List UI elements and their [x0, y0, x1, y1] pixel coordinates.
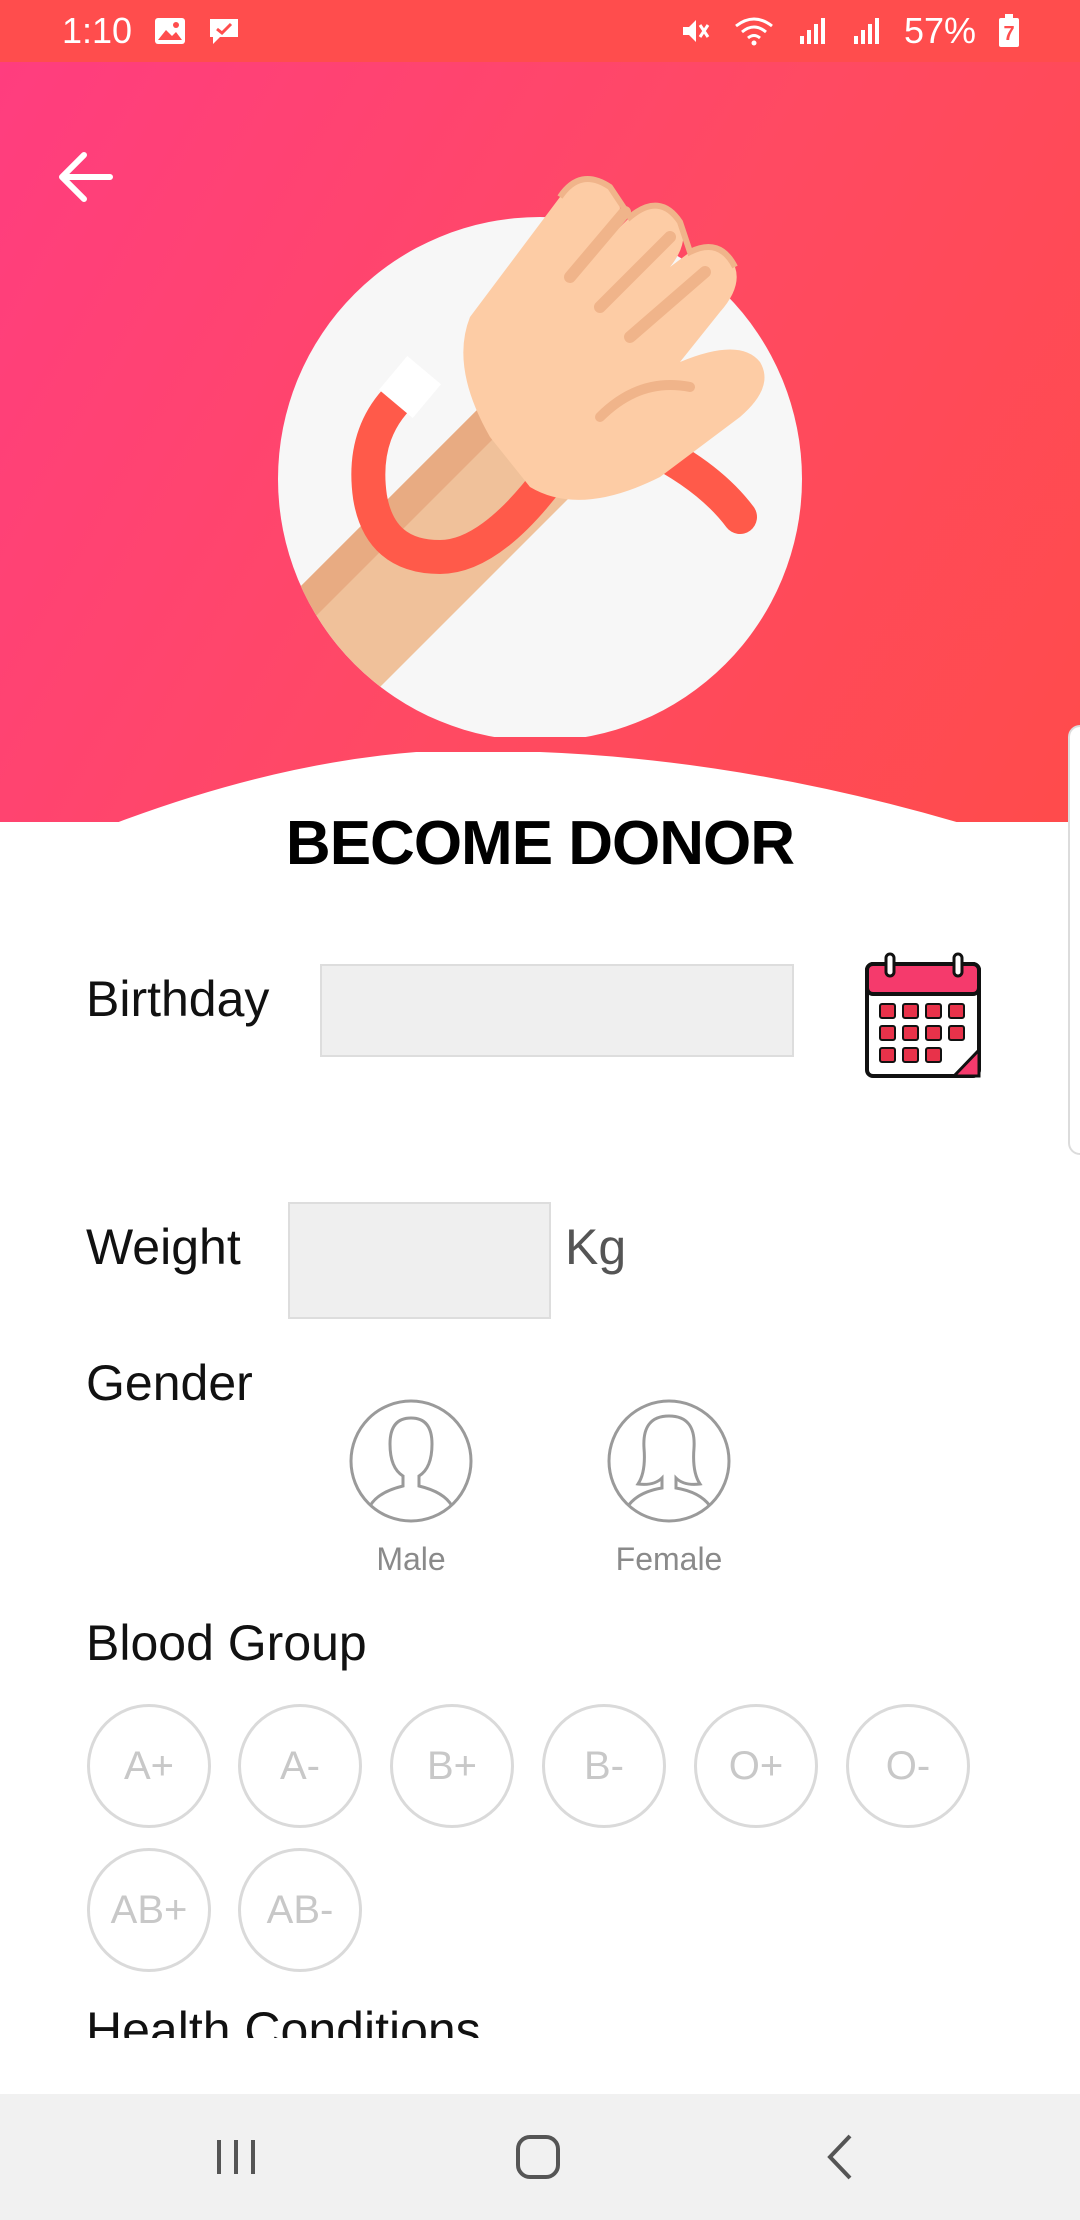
back-icon[interactable] [808, 2124, 874, 2190]
status-left: 1:10 [62, 10, 240, 52]
scroll-handle[interactable] [1068, 725, 1080, 1155]
battery-percent: 57% [903, 10, 976, 51]
blood-group-option-o-negative[interactable]: O- [846, 1704, 970, 1828]
male-avatar-icon [349, 1399, 473, 1523]
blood-group-label: Blood Group [86, 1615, 367, 1671]
blood-group-option-b-negative[interactable]: B- [542, 1704, 666, 1828]
weight-label: Weight [86, 1219, 241, 1275]
header-banner [0, 62, 1080, 822]
signal-icon [796, 16, 828, 46]
status-right: 57% 7 [680, 10, 1020, 52]
message-icon [208, 16, 240, 46]
battery-level: 7 [1003, 23, 1015, 45]
gender-option-male[interactable]: Male [326, 1398, 496, 1578]
birthday-label: Birthday [86, 971, 270, 1027]
female-avatar-icon [607, 1399, 731, 1523]
calendar-icon[interactable] [862, 950, 987, 1085]
wifi-icon [734, 16, 774, 46]
status-bar: 1:10 57% 7 [0, 0, 1080, 62]
recent-apps-icon[interactable] [203, 2124, 269, 2190]
health-conditions-label: Health Conditions [86, 2002, 481, 2038]
arrow-left-icon [59, 152, 113, 202]
hand-blood-donation-illustration [278, 176, 802, 737]
blood-group-option-o-positive[interactable]: O+ [694, 1704, 818, 1828]
blood-group-option-a-positive[interactable]: A+ [87, 1704, 211, 1828]
blood-group-option-a-negative[interactable]: A- [238, 1704, 362, 1828]
home-icon[interactable] [505, 2124, 571, 2190]
weight-unit: Kg [565, 1219, 627, 1275]
signal-icon [850, 16, 882, 46]
status-time: 1:10 [62, 10, 133, 51]
birthday-field[interactable] [320, 964, 794, 1057]
mute-icon [680, 16, 712, 46]
back-button[interactable] [50, 142, 120, 212]
gender-option-label: Female [615, 1541, 723, 1577]
navigation-bar [0, 2094, 1080, 2220]
weight-field[interactable] [288, 1202, 551, 1319]
gender-label: Gender [86, 1355, 253, 1411]
battery-icon: 7 [998, 14, 1020, 48]
blood-group-option-b-positive[interactable]: B+ [390, 1704, 514, 1828]
page-title: BECOME DONOR [285, 809, 795, 878]
gender-option-female[interactable]: Female [584, 1398, 754, 1578]
blood-group-option-ab-negative[interactable]: AB- [238, 1848, 362, 1972]
image-icon [154, 16, 186, 46]
blood-group-option-ab-positive[interactable]: AB+ [87, 1848, 211, 1972]
gender-option-label: Male [376, 1541, 446, 1577]
